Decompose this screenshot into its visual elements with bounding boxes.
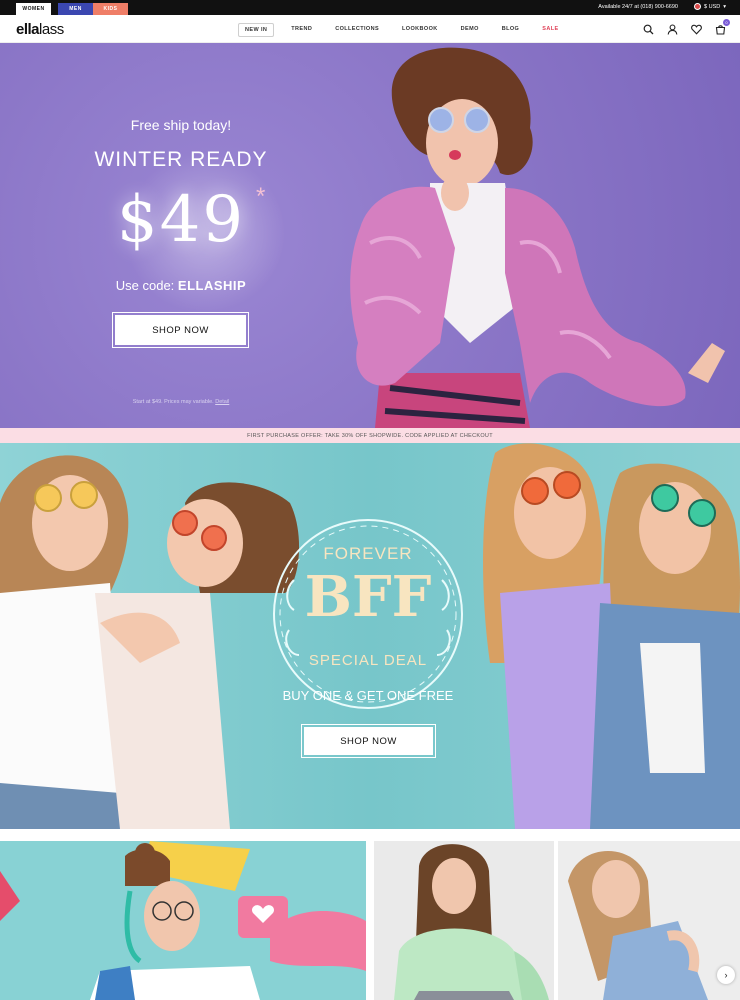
logo-bold: ella: [16, 21, 40, 38]
shop-now-button-2[interactable]: SHOP NOW: [301, 724, 436, 758]
nav-new-in[interactable]: NEW IN: [238, 23, 275, 37]
currency-selector[interactable]: $ USD ▾: [694, 3, 726, 10]
header-icons: 0: [643, 19, 730, 35]
flag-icon: [694, 3, 702, 10]
cart-icon[interactable]: 0: [715, 19, 730, 35]
promo-text: FIRST PURCHASE OFFER: TAKE 30% OFF SHOPW…: [247, 432, 493, 439]
product-image-denim-dress: [568, 851, 708, 1000]
product-tile-student[interactable]: [0, 841, 366, 1000]
nav-trend[interactable]: TREND: [285, 23, 318, 37]
hero-title: WINTER READY: [94, 148, 268, 171]
page: WOMEN MEN KIDS Available 24/7 at (018) 9…: [0, 0, 740, 1000]
promo-code-line: Use code: ELLASHIP: [0, 278, 362, 293]
promo-code-prefix: Use code:: [115, 278, 178, 293]
promo-strip: FIRST PURCHASE OFFER: TAKE 30% OFF SHOPW…: [0, 428, 740, 443]
main-nav: NEW IN TREND COLLECTIONS LOOKBOOK DEMO B…: [238, 23, 576, 37]
hero-subtitle: Free ship today!: [130, 117, 232, 133]
hero-bff-banner[interactable]: FOREVER BFF SPECIAL DEAL BUY ONE & GET O…: [0, 443, 740, 829]
shop-now-button[interactable]: SHOP NOW: [112, 312, 249, 348]
fine-print-text: Start at $49. Prices may variable.: [132, 399, 214, 405]
product-tile-sweater[interactable]: [374, 841, 554, 1000]
nav-lookbook[interactable]: LOOKBOOK: [396, 23, 444, 37]
site-header: ellalass NEW IN TREND COLLECTIONS LOOKBO…: [0, 15, 740, 43]
hero-winter-banner[interactable]: Free ship today! WINTER READY $49 * Use …: [0, 43, 740, 428]
product-tile-denim-dress[interactable]: [558, 841, 740, 1000]
bff-special-text: SPECIAL DEAL: [308, 652, 428, 669]
detail-link[interactable]: Detail: [215, 399, 229, 405]
bff-forever-text: FOREVER: [323, 544, 413, 563]
product-image-sweater: [394, 844, 549, 1000]
price-asterisk: *: [256, 183, 266, 210]
search-icon[interactable]: [643, 22, 654, 35]
bff-offer-text: BUY ONE & GET ONE FREE: [282, 688, 454, 703]
top-bar: WOMEN MEN KIDS Available 24/7 at (018) 9…: [0, 0, 740, 15]
hero-price: $49: [116, 183, 246, 257]
tab-kids[interactable]: KIDS: [93, 3, 128, 15]
nav-collections[interactable]: COLLECTIONS: [329, 23, 385, 37]
hero-fine-print: Start at $49. Prices may variable. Detai…: [0, 399, 362, 405]
product-image-student: [0, 841, 366, 1000]
logo-light: lass: [39, 21, 64, 38]
nav-blog[interactable]: BLOG: [496, 23, 526, 37]
availability-text: Available 24/7 at (018) 900-6690: [598, 4, 678, 10]
tab-women[interactable]: WOMEN: [16, 3, 51, 15]
chevron-right-icon[interactable]: ›: [717, 966, 735, 984]
account-icon[interactable]: [667, 22, 678, 35]
site-logo[interactable]: ellalass: [16, 21, 64, 38]
currency-label: $ USD: [704, 3, 721, 10]
nav-sale[interactable]: SALE: [536, 23, 564, 37]
nav-demo[interactable]: DEMO: [455, 23, 485, 37]
cart-count-badge: 0: [723, 19, 730, 26]
tab-men[interactable]: MEN: [58, 3, 93, 15]
wishlist-icon[interactable]: [691, 22, 702, 35]
bff-title: BFF: [304, 564, 432, 630]
chevron-down-icon: ▾: [723, 3, 726, 10]
promo-code: ELLASHIP: [177, 278, 247, 293]
